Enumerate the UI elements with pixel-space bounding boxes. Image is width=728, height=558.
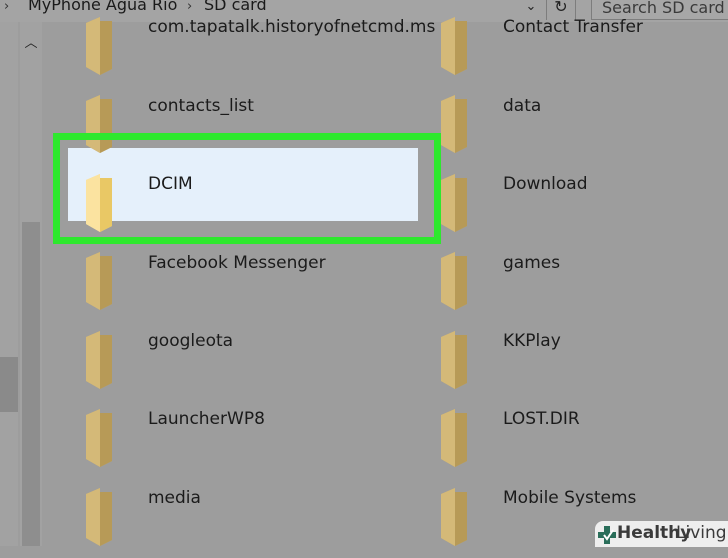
file-name: games	[503, 253, 561, 273]
file-name: KKPlay	[503, 331, 561, 351]
folder-icon	[441, 252, 481, 312]
file-item[interactable]: LOST.DIR	[399, 409, 699, 479]
scroll-up-button[interactable]: ︿	[20, 30, 42, 58]
file-item[interactable]: LauncherWP8	[44, 409, 344, 479]
file-list-scrollbar[interactable]: ︿	[20, 22, 42, 546]
file-item[interactable]: Facebook Messenger	[44, 252, 344, 322]
folder-icon	[441, 409, 481, 469]
navigation-scrollbar-thumb[interactable]	[0, 357, 18, 412]
file-name: googleota	[148, 331, 234, 351]
breadcrumb-separator-icon: ›	[4, 0, 10, 14]
file-name: com.tapatalk.historyofnetcmd.ms	[148, 17, 436, 37]
folder-icon	[86, 252, 126, 312]
health-cross-icon	[598, 526, 616, 544]
highlight-box	[53, 133, 441, 244]
folder-icon	[441, 331, 481, 391]
file-name: media	[148, 488, 201, 508]
folder-icon	[441, 174, 481, 234]
file-item[interactable]: KKPlay	[399, 331, 699, 401]
folder-icon	[86, 488, 126, 548]
file-item[interactable]: Contact Transfer	[399, 17, 699, 87]
file-item[interactable]: data	[399, 95, 699, 165]
file-name: Contact Transfer	[503, 17, 643, 37]
file-name: contacts_list	[148, 96, 254, 116]
watermark-brand-light: Living	[676, 523, 727, 543]
folder-icon	[86, 409, 126, 469]
folder-icon	[86, 17, 126, 77]
file-name: Facebook Messenger	[148, 253, 326, 273]
file-item[interactable]: games	[399, 252, 699, 322]
folder-icon	[441, 95, 481, 155]
scrollbar-thumb[interactable]	[22, 222, 40, 546]
navigation-pane[interactable]	[0, 22, 18, 546]
file-list: com.tapatalk.historyofnetcmd.ms contacts_…	[44, 0, 728, 546]
file-name: data	[503, 96, 542, 116]
file-name: LOST.DIR	[503, 409, 580, 429]
file-item[interactable]: Download	[399, 174, 699, 244]
file-item[interactable]: googleota	[44, 331, 344, 401]
folder-icon	[441, 488, 481, 548]
file-name: LauncherWP8	[148, 409, 265, 429]
file-name: Download	[503, 174, 588, 194]
folder-icon	[441, 17, 481, 77]
chevron-up-icon: ︿	[24, 36, 38, 51]
folder-icon	[86, 331, 126, 391]
file-name: Mobile Systems	[503, 488, 637, 508]
file-item[interactable]: com.tapatalk.historyofnetcmd.ms	[44, 17, 435, 87]
file-item[interactable]: media	[44, 488, 344, 558]
healthy-living-watermark: Healthy Living	[595, 521, 728, 547]
